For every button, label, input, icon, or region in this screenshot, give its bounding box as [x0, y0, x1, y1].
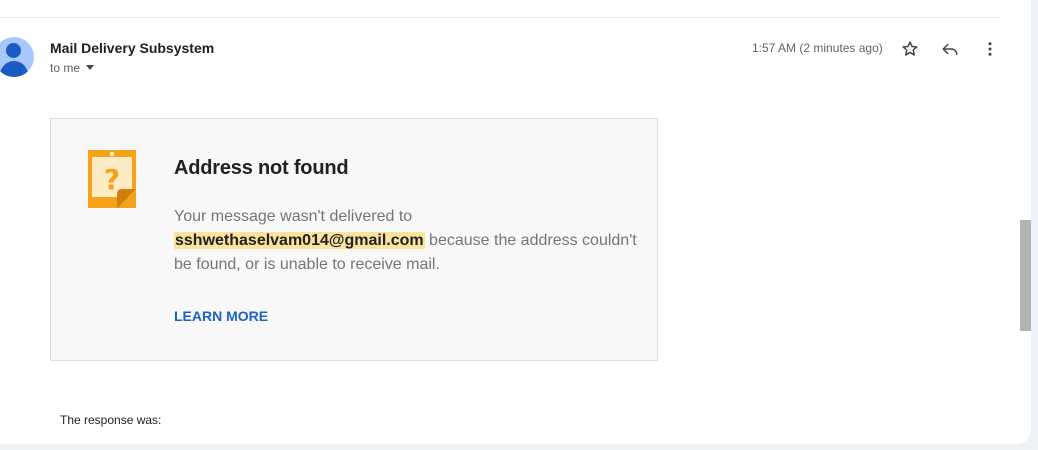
recipient-label: to me — [50, 61, 81, 75]
star-icon — [902, 41, 918, 56]
chevron-down-icon[interactable] — [86, 65, 95, 70]
avatar[interactable] — [0, 37, 34, 77]
svg-text:?: ? — [104, 163, 120, 196]
scrollbar-thumb[interactable] — [1020, 220, 1031, 331]
recipient-details-toggle[interactable]: to me — [50, 61, 95, 75]
sender-name[interactable]: Mail Delivery Subsystem — [50, 40, 214, 56]
delivery-failure-card: ? Address not found Your message wasn't … — [50, 118, 658, 361]
reply-button[interactable] — [938, 37, 962, 61]
reply-icon — [942, 43, 958, 55]
card-title: Address not found — [174, 157, 349, 179]
response-label: The response was: — [60, 413, 162, 427]
more-options-button[interactable] — [978, 37, 1002, 61]
message-prefix: Your message wasn't delivered to — [174, 208, 413, 225]
email-panel: Mail Delivery Subsystem to me 1:57 AM (2… — [0, 0, 1031, 444]
timestamp: 1:57 AM (2 minutes ago) — [752, 41, 883, 55]
question-note-icon: ? — [88, 150, 136, 208]
failed-recipient-address: sshwethaselvam014@gmail.com — [174, 232, 425, 249]
card-message: Your message wasn't delivered to sshweth… — [174, 205, 644, 277]
divider — [0, 17, 1000, 18]
learn-more-link[interactable]: LEARN MORE — [174, 308, 268, 324]
star-button[interactable] — [898, 37, 922, 61]
more-vert-icon — [988, 42, 992, 56]
